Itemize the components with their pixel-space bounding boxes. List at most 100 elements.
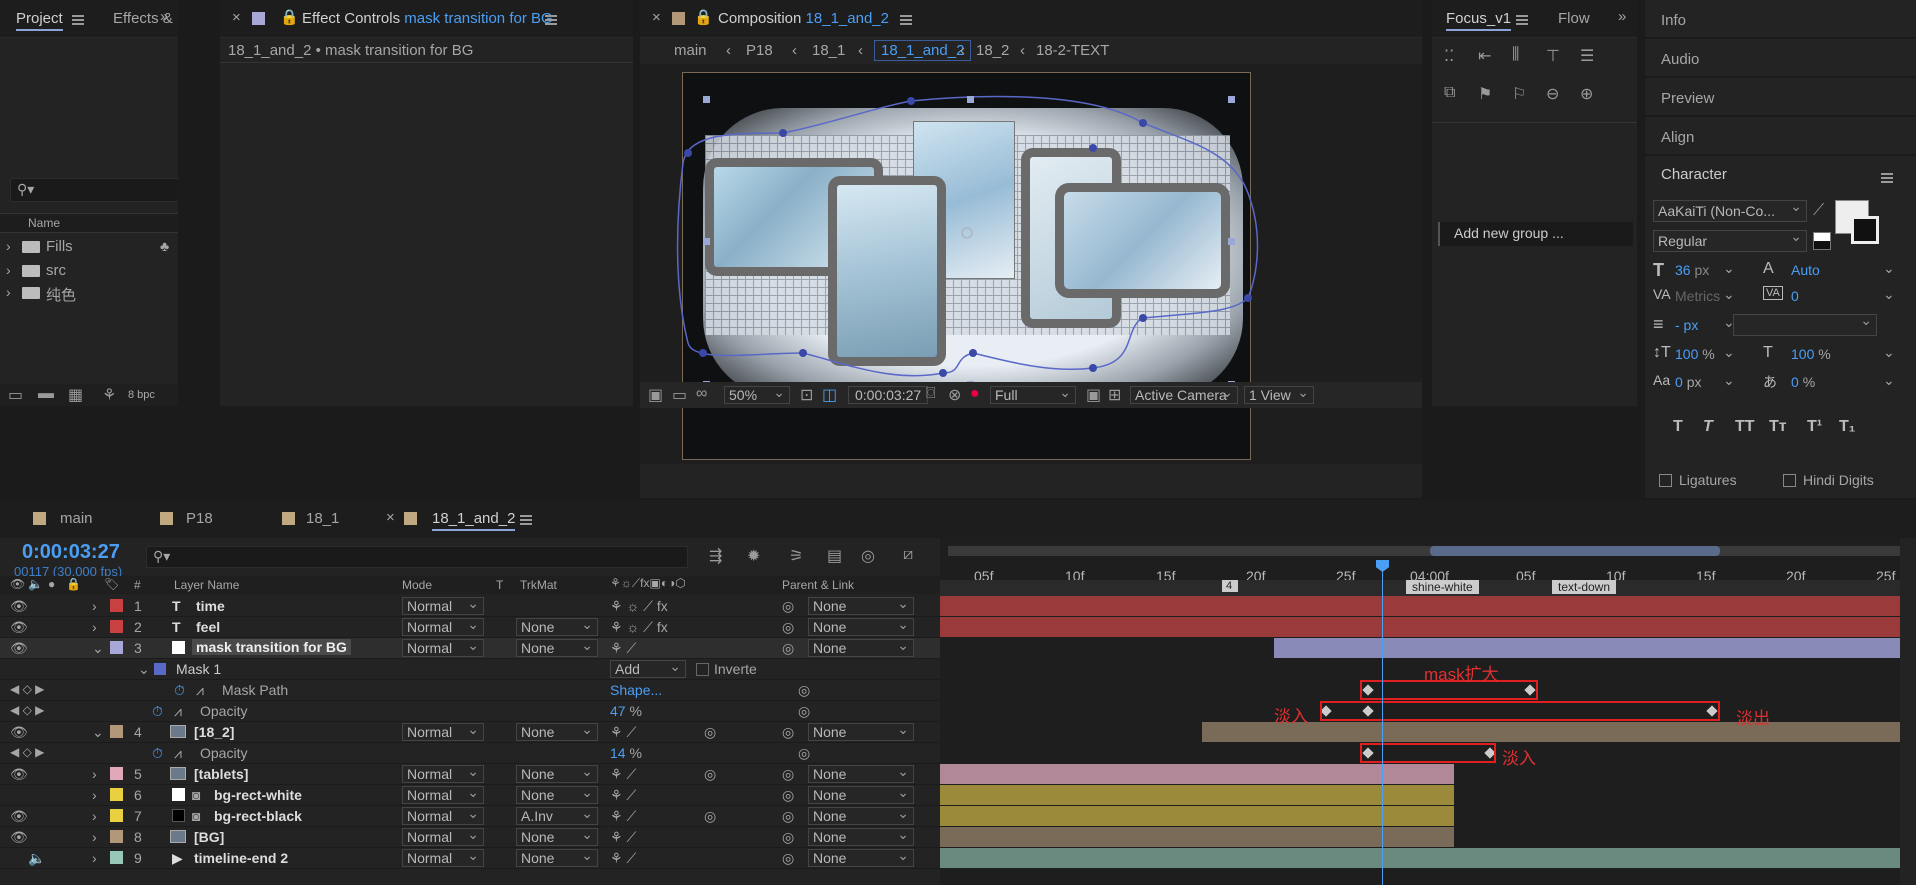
pickwhip-icon[interactable]: ◎ — [782, 850, 794, 867]
list-item[interactable]: › 纯色 — [0, 282, 178, 304]
layer-name[interactable]: mask transition for BG — [192, 639, 351, 655]
visibility-icon[interactable]: 👁 — [10, 808, 28, 825]
shy-icon[interactable]: ⚞ — [789, 546, 803, 566]
graph-editor-icon[interactable]: ⧄ — [903, 546, 913, 564]
tsume-dropdown[interactable]: ⌄ — [1883, 372, 1895, 389]
trkmat-select[interactable]: A.Inv — [516, 805, 598, 825]
mask-row[interactable]: ⌄ Mask 1 Add Inverte — [0, 658, 940, 680]
close-icon[interactable]: × — [232, 9, 241, 26]
parent-select[interactable]: None — [808, 847, 914, 867]
trkmat-select[interactable]: None — [516, 616, 598, 636]
layer-row[interactable]: 👁 › 2 T feel Normal None ⚘ ☼ ⟋ fx ◎ None — [0, 616, 940, 638]
trkmat-select[interactable]: None — [516, 847, 598, 867]
collapse-icon[interactable]: ⌄ — [92, 724, 104, 741]
layer-switches[interactable]: ⚘ ⟋ — [610, 829, 636, 846]
camera-select[interactable]: Active Camera — [1130, 384, 1238, 404]
add-icon[interactable]: ⊕ — [1580, 84, 1593, 104]
layer-bar[interactable] — [940, 596, 1900, 616]
visibility-icon[interactable]: 👁 — [10, 724, 28, 741]
parent-select[interactable]: None — [808, 721, 914, 741]
mode-select[interactable]: Normal — [402, 826, 484, 846]
layer-name[interactable]: feel — [196, 619, 220, 635]
property-row[interactable]: ◀ ◇ ▶ ⏱ ⩘ Mask Path Shape... ◎ — [0, 680, 940, 701]
stopwatch-icon[interactable]: ⏱ — [152, 745, 163, 762]
font-size-value[interactable]: 36 px — [1675, 262, 1709, 278]
pickwhip-icon[interactable]: ◎ — [782, 619, 794, 636]
superscript-button[interactable]: T¹ — [1807, 418, 1822, 436]
expression-pickwhip-icon[interactable]: ◎ — [798, 682, 810, 699]
layer-name[interactable]: time — [196, 598, 225, 614]
timeline-graph[interactable]: 05f 10f 15f 20f 25f 04:00f 05f 10f 15f 2… — [940, 538, 1900, 885]
tsume-value[interactable]: 0 % — [1791, 374, 1815, 390]
leading-dropdown[interactable]: ⌄ — [1883, 260, 1895, 277]
tab-flow[interactable]: Flow — [1558, 10, 1590, 27]
comp-marker[interactable]: text-down — [1552, 580, 1617, 594]
layer-bar[interactable] — [940, 617, 1900, 637]
motion-blur-switch-icon[interactable]: ◎ — [704, 724, 716, 741]
small-caps-button[interactable]: Tт — [1769, 418, 1787, 436]
tab-18-1-and-2[interactable]: 18_1_and_2 — [432, 510, 516, 531]
region-icon[interactable]: ⊡ — [800, 385, 813, 405]
remove-icon[interactable]: ⊖ — [1546, 84, 1559, 104]
mask-view-icon[interactable]: ∞ — [696, 385, 707, 403]
parent-select[interactable]: None — [808, 616, 914, 636]
visibility-icon[interactable]: 👁 — [10, 640, 28, 657]
expand-icon[interactable]: › — [92, 598, 97, 614]
motion-blur-switch-icon[interactable]: ◎ — [704, 808, 716, 825]
mask-vertices[interactable] — [684, 97, 1252, 377]
label-color[interactable] — [110, 767, 123, 780]
keyframe-nav-icon[interactable]: ◀ ◇ ▶ — [10, 682, 44, 696]
subscript-button[interactable]: T₁ — [1839, 418, 1855, 436]
viewer-timecode[interactable]: 0:00:03:27 — [848, 386, 929, 404]
new-folder-icon[interactable]: ▬ — [38, 385, 54, 403]
project-search[interactable]: ⚲▾ — [10, 178, 178, 202]
stopwatch-icon[interactable]: ⏱ — [174, 682, 185, 699]
mode-select[interactable]: Normal — [402, 721, 484, 741]
visibility-icon[interactable]: 👁 — [10, 829, 28, 846]
layer-switches[interactable]: ⚘ ⟋ — [610, 766, 636, 783]
parent-select[interactable]: None — [808, 637, 914, 657]
chevron-right-icon[interactable]: » — [160, 8, 168, 25]
kerning-value[interactable]: Metrics — [1675, 288, 1720, 304]
bpc-label[interactable]: 8 bpc — [128, 389, 155, 401]
close-icon[interactable]: × — [386, 509, 395, 526]
font-family-select[interactable]: AaKaiTi (Non-Co... — [1653, 198, 1807, 222]
eye-icon[interactable]: 👁 — [10, 577, 25, 591]
zoom-slider[interactable] — [1430, 546, 1720, 556]
trkmat-select[interactable]: None — [516, 721, 598, 741]
interpret-footage-icon[interactable]: ▭ — [8, 385, 23, 405]
trkmat-select[interactable]: None — [516, 826, 598, 846]
menu-icon[interactable] — [520, 515, 532, 517]
tab-effect-controls[interactable]: Effect Controls mask transition for BG — [302, 10, 553, 27]
trkmat-select[interactable]: None — [516, 784, 598, 804]
trkmat-select[interactable]: None — [516, 763, 598, 783]
new-comp-icon[interactable]: ▦ — [68, 385, 83, 405]
graph-icon[interactable]: ⩘ — [174, 703, 182, 720]
stroke-style-select[interactable] — [1733, 312, 1877, 336]
layer-name[interactable]: bg-rect-white — [214, 787, 302, 803]
label-color[interactable] — [110, 620, 123, 633]
draft-3d-icon[interactable]: ✹ — [747, 546, 760, 566]
panel-preview[interactable]: Preview — [1645, 78, 1916, 116]
audio-icon[interactable]: 🔈 — [28, 577, 43, 591]
mode-select[interactable]: Normal — [402, 847, 484, 867]
tab-main[interactable]: main — [60, 510, 93, 527]
parent-select[interactable]: None — [808, 595, 914, 615]
views-select[interactable]: 1 View — [1244, 384, 1314, 404]
motion-blur-switch-icon[interactable]: ◎ — [704, 766, 716, 783]
panel-info[interactable]: Info — [1645, 0, 1916, 38]
menu-icon[interactable] — [1881, 173, 1893, 175]
layer-row[interactable]: 👁 ⌄ 4 [18_2] Normal None ⚘ ⟋ ◎ ◎ None — [0, 721, 940, 743]
keyframe-nav-icon[interactable]: ◀ ◇ ▶ — [10, 703, 44, 717]
lock-icon[interactable]: 🔒 — [280, 8, 299, 26]
snapshot-icon[interactable]: ▣ — [648, 385, 663, 405]
label-color[interactable] — [110, 641, 123, 654]
monitor-icon[interactable]: ▭ — [672, 385, 687, 405]
fast-preview-icon[interactable]: ▣ — [1086, 385, 1101, 405]
nav-18-1[interactable]: 18_1 — [812, 42, 845, 59]
expression-pickwhip-icon[interactable]: ◎ — [798, 745, 810, 762]
frame-blending-icon[interactable]: ▤ — [827, 546, 842, 566]
stroke-color-swatch[interactable] — [1851, 216, 1879, 244]
eyedropper-icon[interactable]: ⟋ — [1813, 202, 1824, 220]
menu-icon[interactable] — [1516, 15, 1528, 17]
